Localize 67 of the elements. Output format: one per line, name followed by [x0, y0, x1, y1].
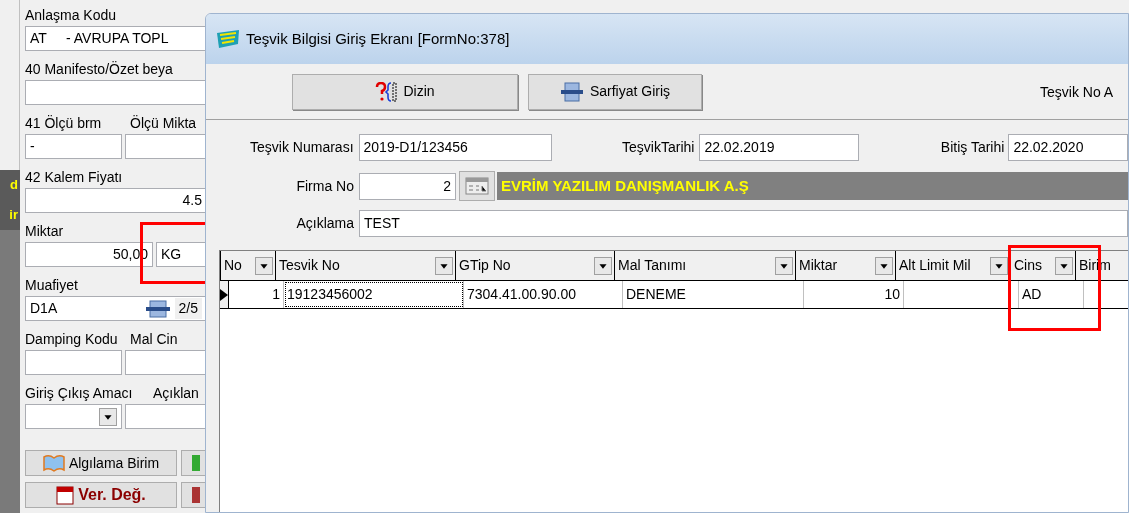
table-cell: DENEME	[623, 281, 804, 308]
help-index-icon	[375, 81, 398, 102]
row-indicator[interactable]	[220, 281, 229, 308]
toolbar-icon	[191, 454, 201, 472]
window-title: Teşvik Bilgisi Giriş Ekranı [FormNo:378]	[246, 28, 510, 49]
company-name-bar: EVRİM YAZILIM DANIŞMANLIK A.Ş	[497, 172, 1128, 200]
field-label: Ölçü Mikta	[130, 113, 197, 133]
field-label: Açıklama	[295, 213, 355, 233]
field-label: Açıklan	[153, 383, 199, 403]
field-label: Firma No	[295, 176, 355, 196]
field-label: Bitiş Tarihi	[939, 137, 1006, 157]
calculator-icon	[465, 177, 489, 195]
date-field[interactable]: 22.02.2020	[1008, 133, 1128, 161]
tesvik-no-label: Teşvik No A	[1040, 83, 1114, 102]
index-button[interactable]: Dizin	[292, 73, 518, 110]
input-field[interactable]: 2	[359, 172, 456, 200]
column-header[interactable]: Mal Tanımı	[615, 251, 796, 280]
change-button[interactable]: Ver. Değ.	[25, 482, 177, 508]
input-field[interactable]: -	[25, 134, 122, 159]
side-label: d	[10, 176, 18, 195]
app-icon	[216, 29, 240, 49]
field-label: 41 Ölçü brm	[25, 113, 103, 133]
table-cell: 19123456002	[284, 281, 464, 308]
input-field[interactable]	[125, 404, 207, 429]
input-field[interactable]	[25, 80, 207, 105]
field-label: Anlaşma Kodu	[25, 5, 117, 25]
input-field[interactable]	[125, 350, 207, 375]
column-header[interactable]: GTip No	[456, 251, 615, 280]
input-field[interactable]	[25, 350, 122, 375]
date-field[interactable]: 22.02.2019	[699, 133, 859, 161]
table-cell: AD	[1019, 281, 1084, 308]
count-label: 2/5	[174, 298, 202, 319]
input-field[interactable]: TEST	[359, 209, 1128, 237]
field-label: TeşvikTarihi	[621, 137, 696, 157]
field-label: Giriş Çıkış Amacı	[25, 383, 134, 403]
field-label: Mal Cin	[130, 329, 178, 349]
column-header[interactable]: Cins	[1011, 251, 1076, 280]
field-value: D1A	[30, 299, 59, 318]
column-header[interactable]: Miktar	[796, 251, 896, 280]
table-cell: 7304.41.00.90.00	[464, 281, 623, 308]
current-row-icon	[220, 288, 228, 301]
field-label: 40 Manifesto/Özet beya	[25, 59, 173, 79]
field-label: 42 Kalem Fiyatı	[25, 167, 123, 187]
form-icon	[559, 81, 584, 102]
field-label: Damping Kodu	[25, 329, 119, 349]
input-field[interactable]: KG	[156, 242, 208, 267]
field-label: Miktar	[25, 221, 64, 241]
side-label: ir	[9, 206, 18, 225]
column-header[interactable]: No	[221, 251, 276, 280]
detect-button[interactable]: Algılama Birim	[25, 450, 177, 476]
consumption-button[interactable]: Sarfiyat Giriş	[528, 73, 702, 110]
input-field[interactable]	[125, 134, 207, 159]
table-cell: 1	[229, 281, 284, 308]
field-label: Teşvik Numarası	[249, 137, 355, 157]
input-field[interactable]: 4.5	[25, 188, 207, 213]
input-field[interactable]: AT - AVRUPA TOPL	[25, 26, 207, 51]
table-cell: 10	[804, 281, 904, 308]
input-field[interactable]: 2019-D1/123456	[358, 133, 552, 161]
lookup-field[interactable]: D1A 2/5	[25, 296, 207, 321]
column-header[interactable]: Tesvik No	[276, 251, 456, 280]
toolbar-icon	[191, 486, 201, 504]
calendar-icon	[56, 485, 75, 505]
book-icon	[42, 454, 65, 472]
dropdown-field[interactable]	[25, 404, 122, 429]
field-label: Muafiyet	[25, 275, 78, 295]
column-header[interactable]: Alt Limit Mil	[896, 251, 1011, 280]
form-icon	[144, 299, 171, 318]
